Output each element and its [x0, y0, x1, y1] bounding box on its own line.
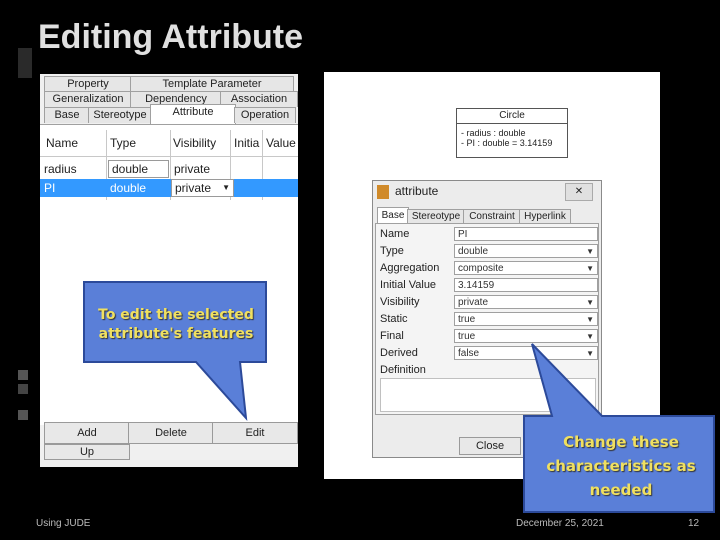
chevron-down-icon: ▼ — [586, 247, 594, 256]
dialog-tab-constraint[interactable]: Constraint — [463, 209, 521, 223]
dialog-tab-base[interactable]: Base — [377, 207, 409, 223]
visibility-select[interactable]: private ▼ — [171, 179, 234, 197]
field-visibility-value: private — [458, 297, 489, 308]
column-header-visibility[interactable]: Visibility — [173, 136, 216, 150]
class-name: Circle — [457, 109, 567, 124]
decorative-square — [18, 410, 28, 420]
chevron-down-icon: ▼ — [586, 298, 594, 307]
field-aggregation-value: composite — [458, 263, 504, 274]
close-icon[interactable]: ✕ — [565, 183, 593, 201]
field-type[interactable]: double ▼ — [454, 244, 598, 258]
slide-title: Editing Attribute — [38, 18, 304, 56]
field-derived-value: false — [458, 348, 480, 359]
callout-left-shape — [83, 281, 267, 421]
cell-type[interactable]: double — [108, 160, 169, 178]
label-initial-value: Initial Value — [380, 279, 437, 291]
column-header-name[interactable]: Name — [46, 136, 78, 150]
field-final-value: true — [458, 331, 476, 342]
class-diagram-box[interactable]: Circle - radius : double - PI : double =… — [456, 108, 568, 158]
label-aggregation: Aggregation — [380, 262, 440, 274]
callout-right-text: Change these characteristics as needed — [546, 433, 696, 499]
cell-name: radius — [44, 162, 77, 176]
column-header-type[interactable]: Type — [110, 136, 136, 150]
field-initial-value[interactable]: 3.14159 — [454, 278, 598, 292]
label-derived: Derived — [380, 347, 418, 359]
page-number: 12 — [688, 518, 700, 529]
field-type-value: double — [458, 246, 489, 257]
column-header-value[interactable]: Value — [266, 136, 296, 150]
tab-template-parameter[interactable]: Template Parameter — [130, 76, 294, 92]
field-visibility[interactable]: private ▼ — [454, 295, 598, 309]
column-header-initial[interactable]: Initia — [234, 136, 259, 150]
field-static-value: true — [458, 314, 476, 325]
chevron-down-icon: ▼ — [586, 315, 594, 324]
footer-left: Using JUDE — [36, 518, 91, 529]
label-definition: Definition — [380, 364, 426, 376]
cell-visibility: private — [174, 162, 211, 176]
label-name: Name — [380, 228, 410, 240]
table-row[interactable]: radius double private — [40, 160, 298, 178]
chevron-down-icon: ▼ — [222, 183, 230, 192]
field-name[interactable]: PI — [454, 227, 598, 241]
cell-type: double — [110, 181, 147, 195]
label-static: Static — [380, 313, 408, 325]
class-attribute-radius: - radius : double — [461, 128, 526, 138]
tab-attribute[interactable]: Attribute — [150, 104, 236, 124]
field-aggregation[interactable]: composite ▼ — [454, 261, 598, 275]
up-button[interactable]: Up — [44, 444, 130, 460]
cell-name: PI — [44, 181, 56, 195]
tab-base[interactable]: Base — [44, 107, 90, 123]
tab-property[interactable]: Property — [44, 76, 132, 92]
decorative-square — [18, 370, 28, 380]
dialog-tab-stereotype[interactable]: Stereotype — [407, 209, 465, 223]
chevron-down-icon: ▼ — [586, 264, 594, 273]
label-type: Type — [380, 245, 404, 257]
label-final: Final — [380, 330, 404, 342]
tab-stereotype[interactable]: Stereotype — [88, 107, 152, 123]
decorative-bar — [18, 48, 32, 78]
tab-generalization[interactable]: Generalization — [44, 91, 132, 107]
footer-date: December 25, 2021 — [516, 518, 604, 529]
callout-left-text: To edit the selected attribute's feature… — [98, 307, 254, 342]
dialog-tab-hyperlink[interactable]: Hyperlink — [519, 209, 571, 223]
tab-operation[interactable]: Operation — [234, 107, 296, 123]
visibility-select-value: private — [175, 181, 212, 195]
header-divider — [40, 156, 298, 157]
field-static[interactable]: true ▼ — [454, 312, 598, 326]
table-row-selected[interactable]: PI double private ▼ — [40, 179, 298, 197]
class-attribute-pi: - PI : double = 3.14159 — [461, 138, 553, 148]
app-icon — [377, 185, 389, 199]
dialog-title: attribute — [395, 184, 439, 198]
decorative-square — [18, 384, 28, 394]
label-visibility: Visibility — [380, 296, 420, 308]
close-button[interactable]: Close — [459, 437, 521, 455]
